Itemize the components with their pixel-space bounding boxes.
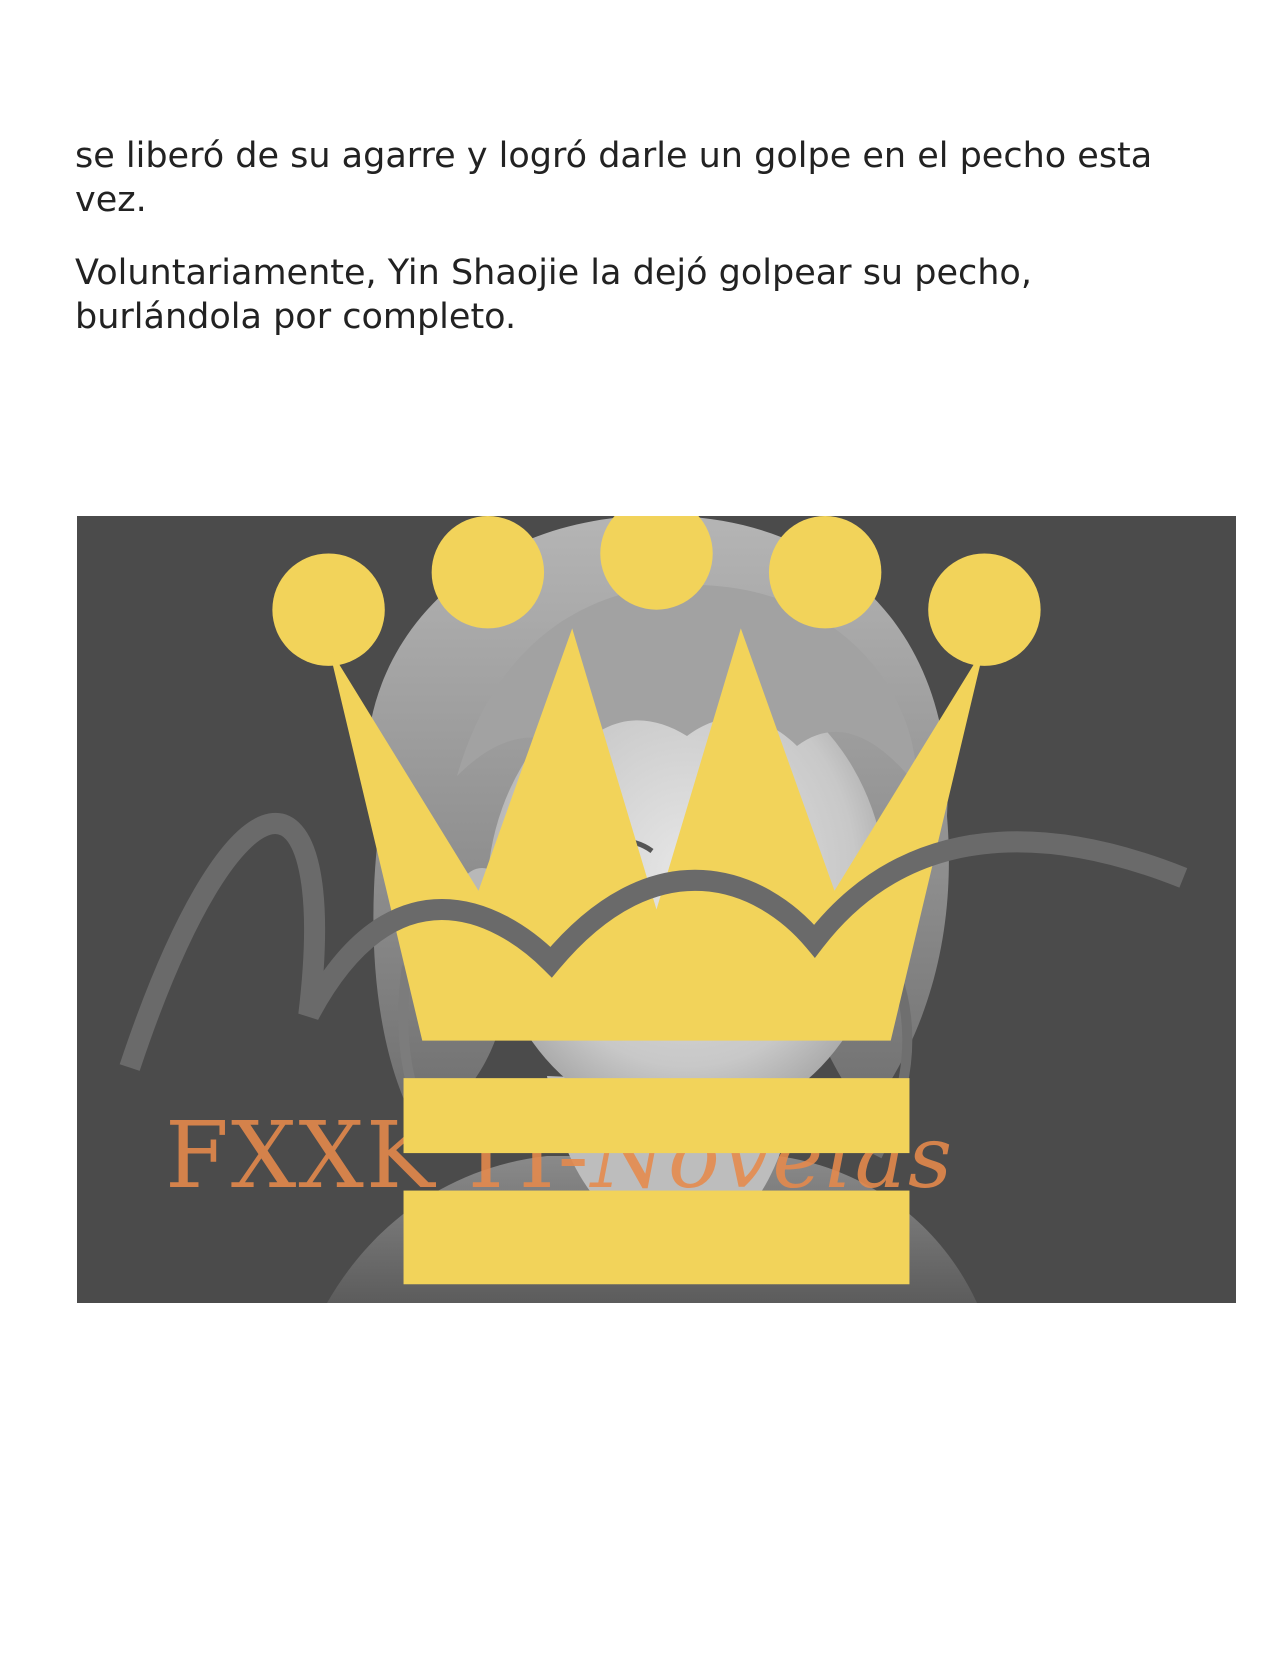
document-page: se liberó de su agarre y logró darle un … bbox=[0, 0, 1280, 1656]
paragraph-1: se liberó de su agarre y logró darle un … bbox=[75, 136, 1153, 220]
grayscale-portrait-photo: FXXK IT-Novelas bbox=[77, 516, 1236, 1303]
artist-signature bbox=[119, 813, 1188, 1071]
paragraph-2: Voluntariamente, Yin Shaojie la dejó gol… bbox=[75, 253, 1032, 337]
